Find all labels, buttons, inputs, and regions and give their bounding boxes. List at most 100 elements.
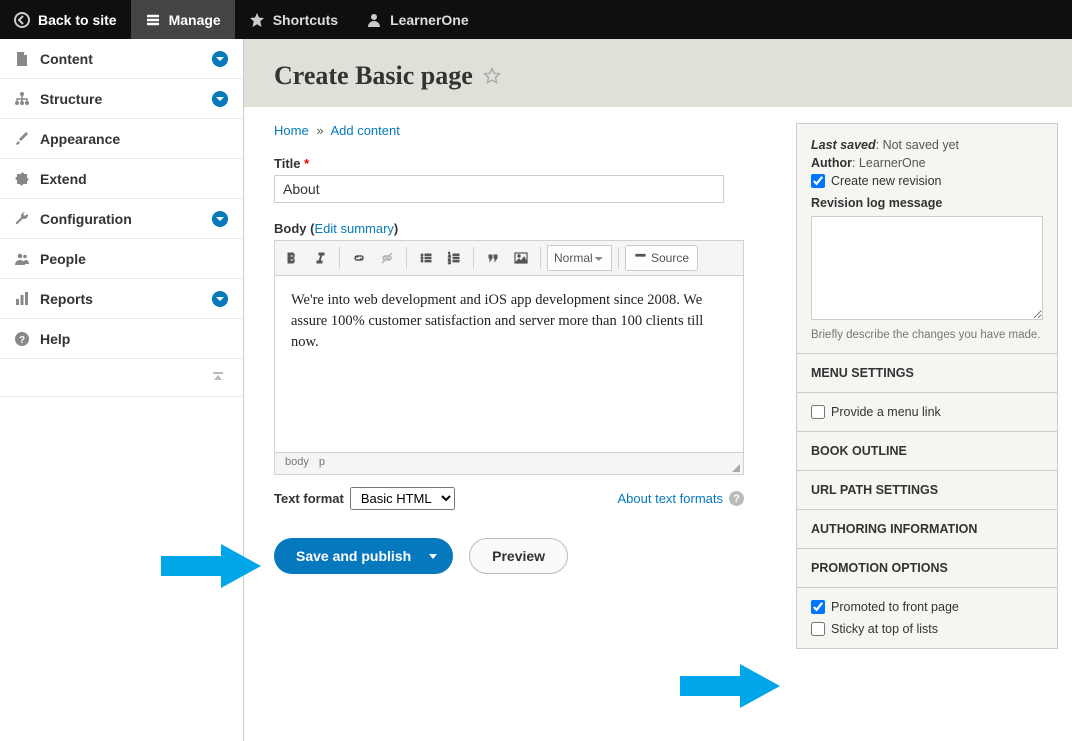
- sidebar-item-appearance[interactable]: Appearance: [0, 119, 243, 159]
- wrench-icon: [14, 211, 30, 227]
- author-label: Author: [811, 156, 852, 170]
- promotion-options-section[interactable]: PROMOTION OPTIONS: [796, 549, 1058, 588]
- toolbar-separator: [618, 247, 619, 269]
- svg-text:?: ?: [19, 335, 25, 346]
- text-format-label: Text format: [274, 491, 344, 506]
- revision-log-label: Revision log message: [811, 196, 1043, 210]
- sidebar-label: People: [40, 251, 229, 267]
- help-icon[interactable]: ?: [729, 491, 744, 506]
- sidebar-label: Reports: [40, 291, 201, 307]
- breadcrumb-sep: »: [316, 123, 323, 138]
- sticky-checkbox[interactable]: Sticky at top of lists: [811, 622, 1043, 636]
- manage-label: Manage: [169, 12, 221, 28]
- link-button[interactable]: [346, 245, 372, 271]
- star-icon: [249, 12, 265, 28]
- collapse-icon: [211, 371, 225, 385]
- text-format-select[interactable]: Basic HTML: [350, 487, 455, 510]
- url-path-section[interactable]: URL PATH SETTINGS: [796, 471, 1058, 510]
- bar-chart-icon: [14, 291, 30, 307]
- puzzle-icon: [14, 171, 30, 187]
- source-button[interactable]: Source: [625, 245, 698, 271]
- svg-text:3: 3: [448, 260, 451, 265]
- format-select[interactable]: Normal: [547, 245, 612, 271]
- editor-resize-handle[interactable]: [732, 464, 740, 472]
- page-title-bar: Create Basic page: [244, 39, 1072, 107]
- unlink-button[interactable]: [374, 245, 400, 271]
- bold-button[interactable]: [279, 245, 305, 271]
- menu-settings-body: Provide a menu link: [796, 393, 1058, 432]
- breadcrumb-add-content[interactable]: Add content: [330, 123, 399, 138]
- promotion-options-body: Promoted to front page Sticky at top of …: [796, 588, 1058, 649]
- page-title: Create Basic page: [274, 61, 473, 91]
- promoted-to-front-checkbox[interactable]: Promoted to front page: [811, 600, 1043, 614]
- back-to-site-label: Back to site: [38, 12, 117, 28]
- file-icon: [14, 51, 30, 67]
- elements-path-body[interactable]: body: [285, 456, 309, 468]
- elements-path-p[interactable]: p: [319, 456, 325, 468]
- sidebar-collapse-toggle[interactable]: [0, 359, 243, 397]
- sidebar-item-configuration[interactable]: Configuration: [0, 199, 243, 239]
- sidebar-item-extend[interactable]: Extend: [0, 159, 243, 199]
- annotation-arrow: [161, 544, 261, 591]
- body-label: Body (Edit summary): [274, 221, 778, 236]
- image-button[interactable]: [508, 245, 534, 271]
- editor-footer: bodyp: [275, 452, 743, 474]
- structure-icon: [14, 91, 30, 107]
- breadcrumb-home[interactable]: Home: [274, 123, 309, 138]
- numbered-list-button[interactable]: 123: [441, 245, 467, 271]
- preview-button[interactable]: Preview: [469, 538, 568, 574]
- person-icon: [366, 12, 382, 28]
- provide-menu-link-checkbox[interactable]: Provide a menu link: [811, 405, 1043, 419]
- user-label: LearnerOne: [390, 12, 469, 28]
- sidebar-item-help[interactable]: ? Help: [0, 319, 243, 359]
- manage-tab[interactable]: Manage: [131, 0, 235, 39]
- title-field-block: Title *: [274, 156, 778, 203]
- toolbar-separator: [339, 247, 340, 269]
- edit-summary-link[interactable]: Edit summary: [314, 221, 393, 236]
- sidebar-label: Structure: [40, 91, 201, 107]
- toolbar-separator: [406, 247, 407, 269]
- sidebar-label: Appearance: [40, 131, 229, 147]
- sidebar-label: Configuration: [40, 211, 201, 227]
- toolbar-separator: [540, 247, 541, 269]
- revision-info-box: Last saved: Not saved yet Author: Learne…: [796, 123, 1058, 354]
- chevron-down-icon: [211, 290, 229, 308]
- shortcuts-tab[interactable]: Shortcuts: [235, 0, 352, 39]
- user-tab[interactable]: LearnerOne: [352, 0, 483, 39]
- rich-text-editor: 123 Normal Source We're into web develop…: [274, 240, 744, 475]
- blockquote-button[interactable]: [480, 245, 506, 271]
- people-icon: [14, 251, 30, 267]
- editor-body[interactable]: We're into web development and iOS app d…: [275, 276, 743, 452]
- new-revision-checkbox[interactable]: Create new revision: [811, 174, 1043, 188]
- book-outline-section[interactable]: BOOK OUTLINE: [796, 432, 1058, 471]
- question-icon: ?: [14, 331, 30, 347]
- favorite-star-icon[interactable]: [483, 67, 501, 85]
- author-value: LearnerOne: [859, 156, 926, 170]
- revision-log-textarea[interactable]: [811, 216, 1043, 320]
- admin-sidebar: Content Structure Appearance Extend Conf…: [0, 39, 244, 741]
- sidebar-item-structure[interactable]: Structure: [0, 79, 243, 119]
- back-to-site-link[interactable]: Back to site: [0, 0, 131, 39]
- sidebar-label: Extend: [40, 171, 229, 187]
- about-text-formats-link[interactable]: About text formats: [618, 491, 724, 506]
- bullet-list-button[interactable]: [413, 245, 439, 271]
- save-and-publish-button[interactable]: Save and publish: [274, 538, 453, 574]
- menu-settings-section[interactable]: MENU SETTINGS: [796, 354, 1058, 393]
- sidebar-item-reports[interactable]: Reports: [0, 279, 243, 319]
- breadcrumb: Home » Add content: [274, 123, 778, 138]
- italic-button[interactable]: [307, 245, 333, 271]
- sidebar-item-people[interactable]: People: [0, 239, 243, 279]
- sidebar-meta-column: Last saved: Not saved yet Author: Learne…: [796, 123, 1058, 741]
- back-arrow-icon: [14, 12, 30, 28]
- main-content: Create Basic page Home » Add content Tit…: [244, 39, 1072, 741]
- toolbar-separator: [473, 247, 474, 269]
- revision-log-hint: Briefly describe the changes you have ma…: [811, 329, 1043, 341]
- sidebar-item-content[interactable]: Content: [0, 39, 243, 79]
- chevron-down-icon: [211, 90, 229, 108]
- hamburger-icon: [145, 12, 161, 28]
- title-input[interactable]: [274, 175, 724, 203]
- annotation-arrow: [680, 664, 780, 711]
- authoring-info-section[interactable]: AUTHORING INFORMATION: [796, 510, 1058, 549]
- dropdown-caret-icon: [429, 554, 437, 559]
- sidebar-label: Content: [40, 51, 201, 67]
